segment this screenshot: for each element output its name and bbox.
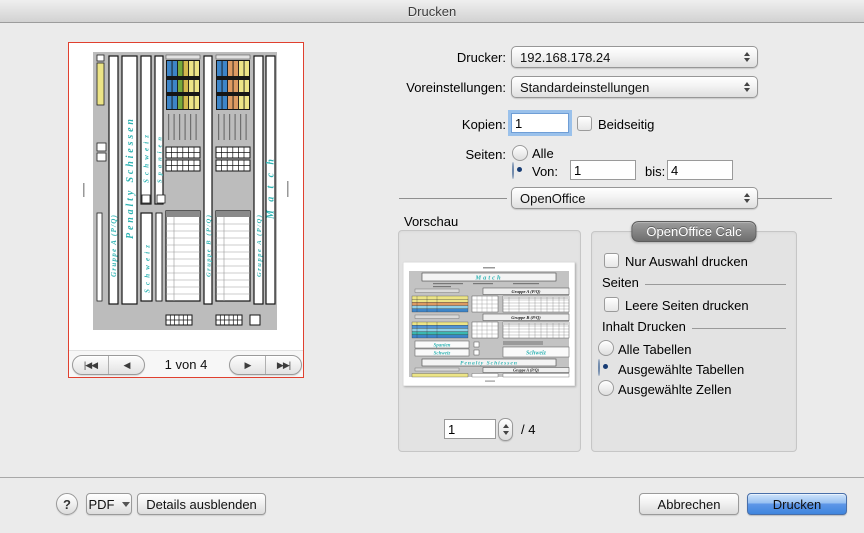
content-section-header: Inhalt Drucken	[602, 319, 786, 334]
vorschau-page-total: / 4	[521, 422, 535, 437]
printer-select[interactable]: 192.168.178.24	[511, 46, 758, 68]
popup-arrows-icon	[744, 82, 750, 92]
pages-to-input[interactable]	[667, 160, 733, 180]
previous-page-icon: ◀	[124, 360, 130, 371]
vorschau-page-input[interactable]	[444, 419, 496, 439]
doc-penalty-label: Penalty Schiessen	[460, 361, 518, 367]
print-empty-pages-label: Leere Seiten drucken	[625, 298, 749, 313]
pages-label: Seiten:	[356, 147, 506, 162]
presets-label: Voreinstellungen:	[356, 80, 506, 95]
window-title: Drucken	[408, 4, 456, 19]
doc-team-label: Schweiz	[434, 352, 451, 357]
separator-left	[399, 198, 507, 199]
chevron-down-icon	[122, 502, 130, 507]
help-button[interactable]: ?	[56, 493, 78, 515]
presets-select-value: Standardeinstellungen	[520, 80, 649, 95]
pages-section-rule	[645, 284, 786, 285]
doc-team-label: Spanien	[434, 344, 451, 349]
pages-section-header: Seiten	[602, 275, 786, 290]
doc-team-label: Schweiz	[144, 245, 152, 293]
doc-group-b-label: Gruppe B (P/Q)	[511, 315, 541, 320]
pages-all-radio[interactable]	[512, 145, 528, 161]
all-tables-radio[interactable]	[598, 340, 614, 356]
selected-cells-label: Ausgewählte Zellen	[618, 382, 731, 397]
print-selection-label: Nur Auswahl drucken	[625, 254, 748, 269]
duplex-label: Beidseitig	[598, 117, 654, 132]
pages-from-radio[interactable]	[512, 162, 514, 179]
app-options-select[interactable]: OpenOffice	[511, 187, 758, 209]
doc-title-label: Match	[474, 275, 502, 282]
popup-arrows-icon	[744, 193, 750, 203]
print-empty-pages-checkbox[interactable]	[604, 297, 619, 312]
footer-separator	[0, 477, 864, 478]
page-thumbnail[interactable]: Gruppe A (P/Q) Penalty Schiessen Schweiz…	[69, 43, 303, 351]
pages-from-label: Von:	[532, 164, 558, 179]
duplex-checkbox[interactable]	[577, 116, 592, 131]
doc-team-label: Schweiz	[143, 135, 151, 183]
thumbnail-nav-back-group: |◀◀ ◀	[72, 355, 145, 375]
last-page-button[interactable]: ▶▶|	[265, 356, 301, 374]
pages-to-label: bis:	[645, 164, 665, 179]
pdf-menu-button[interactable]: PDF	[86, 493, 132, 515]
copies-label: Kopien:	[356, 117, 506, 132]
vorschau-page-stepper[interactable]	[498, 418, 513, 441]
printer-label: Drucker:	[356, 50, 506, 65]
hide-details-label: Details ausblenden	[146, 497, 257, 512]
previous-page-button[interactable]: ◀	[108, 356, 144, 374]
hide-details-button[interactable]: Details ausblenden	[137, 493, 266, 515]
doc-group-a-label: Gruppe A (P/Q)	[511, 289, 541, 294]
window-title-bar: Drucken	[0, 0, 864, 23]
presets-select[interactable]: Standardeinstellungen	[511, 76, 758, 98]
pages-all-label: Alle	[532, 146, 554, 161]
next-page-icon: ▶	[245, 360, 251, 371]
print-dialog: { "window_title": "Drucken", "form": { "…	[0, 0, 864, 533]
app-options-select-value: OpenOffice	[520, 191, 586, 206]
all-tables-label: Alle Tabellen	[618, 342, 691, 357]
pdf-button-label: PDF	[89, 497, 115, 512]
content-section-rule	[692, 328, 786, 329]
thumbnail-nav-forward-group: ▶ ▶▶|	[229, 355, 302, 375]
printer-select-value: 192.168.178.24	[520, 50, 610, 65]
calc-options-groupbox: OpenOffice Calc Nur Auswahl drucken Seit…	[591, 231, 797, 452]
doc-group-a-label: Gruppe A (P/Q)	[513, 368, 540, 373]
content-section-label: Inhalt Drucken	[602, 319, 686, 334]
vorschau-preview-image: Match Gruppe A (P/Q) Gruppe	[403, 262, 575, 386]
next-page-button[interactable]: ▶	[230, 356, 265, 374]
selected-tables-label: Ausgewählte Tabellen	[618, 362, 744, 377]
page-thumbnail-panel: Gruppe A (P/Q) Penalty Schiessen Schweiz…	[68, 42, 304, 378]
pages-section-label: Seiten	[602, 275, 639, 290]
doc-penalty-label: Penalty Schiessen	[125, 119, 136, 239]
vorschau-preview-page: Match Gruppe A (P/Q) Gruppe	[403, 262, 575, 386]
separator-right	[758, 198, 832, 199]
help-icon: ?	[63, 497, 71, 512]
print-button-label: Drucken	[773, 497, 821, 512]
first-page-icon: |◀◀	[84, 360, 97, 371]
cancel-button[interactable]: Abbrechen	[639, 493, 739, 515]
selected-tables-radio[interactable]	[598, 359, 600, 376]
thumbnail-page-indicator: 1 von 4	[146, 357, 226, 372]
first-page-button[interactable]: |◀◀	[73, 356, 108, 374]
vorschau-groupbox: Match Gruppe A (P/Q) Gruppe	[398, 230, 581, 452]
calc-panel-badge: OpenOffice Calc	[631, 221, 756, 242]
last-page-icon: ▶▶|	[277, 360, 290, 371]
print-selection-checkbox[interactable]	[604, 253, 619, 268]
page-thumbnail-image: Gruppe A (P/Q) Penalty Schiessen Schweiz…	[69, 43, 303, 350]
vorschau-title: Vorschau	[404, 214, 458, 229]
selected-cells-radio[interactable]	[598, 380, 614, 396]
doc-team-label: Schweiz	[526, 351, 547, 357]
copies-input[interactable]	[511, 113, 569, 133]
popup-arrows-icon	[744, 52, 750, 62]
pages-from-input[interactable]	[570, 160, 636, 180]
cancel-button-label: Abbrechen	[658, 497, 721, 512]
print-button[interactable]: Drucken	[747, 493, 847, 515]
